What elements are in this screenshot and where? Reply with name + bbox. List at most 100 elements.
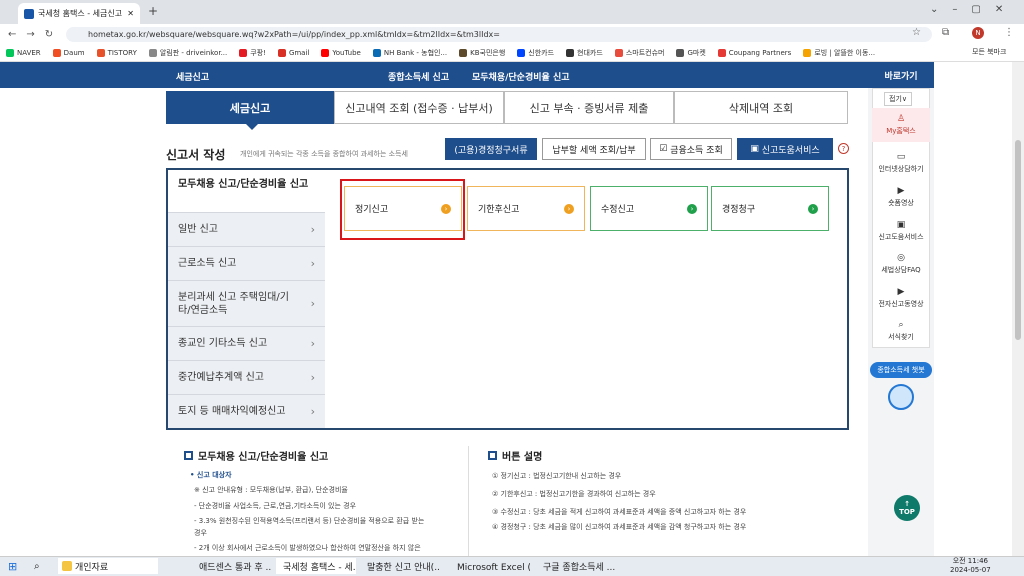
side-menu-active[interactable]: 모두채용 신고/단순경비율 신고	[168, 170, 325, 212]
correction-docs-button[interactable]: (고용)경정청구서류	[445, 138, 537, 160]
chevron-right-icon: ›	[310, 405, 315, 418]
play-icon: ▶	[897, 186, 905, 196]
card-amended[interactable]: 수정신고 ›	[590, 186, 708, 231]
bookmark-item[interactable]: NH Bank - 농협인...	[372, 48, 447, 58]
link-forms[interactable]: ⌕ 서식찾기	[872, 320, 930, 342]
close-tab-icon[interactable]: ✕	[127, 9, 134, 18]
nav-simple-rate[interactable]: 모두채용/단순경비율 신고	[472, 70, 570, 83]
search-icon[interactable]: ⌕	[30, 558, 44, 574]
link-shortform[interactable]: ▶ 숏폼영상	[872, 186, 930, 208]
arrow-circle-icon: ›	[564, 203, 574, 214]
task-item[interactable]: 개인자료	[58, 558, 158, 574]
info-line: ③ 수정신고 : 당초 세금을 적게 신고하여 과세표준과 세액을 증액 신고하…	[492, 508, 747, 516]
info-line: ② 기한후신고 : 법정신고기한을 경과하여 신고하는 경우	[492, 490, 656, 498]
bookmark-item[interactable]: 스마트컨슈머	[614, 48, 664, 58]
tab-documents[interactable]: 신고 부속 · 증빙서류 제출	[504, 91, 674, 124]
task-item[interactable]: 구글 종합소득세 ...	[536, 558, 616, 574]
info-line: • 신고 대상자	[190, 471, 232, 479]
card-correction[interactable]: 경정청구 ›	[711, 186, 829, 231]
task-item[interactable]: Microsoft Excel (제...	[450, 558, 530, 574]
bookmark-item[interactable]: TISTORY	[96, 48, 137, 57]
bookmark-item[interactable]: 현대카드	[566, 48, 603, 58]
tab-deleted[interactable]: 삭제내역 조회	[674, 91, 848, 124]
arrow-circle-icon: ›	[687, 203, 697, 214]
link-video[interactable]: ▶ 전자신고동영상	[872, 287, 930, 309]
bookmark-item[interactable]: YouTube	[321, 48, 361, 57]
profile-avatar[interactable]: N	[972, 27, 984, 39]
filing-help-button[interactable]: ▣ 신고도움서비스	[737, 138, 833, 160]
form-title: 신고서 작성	[166, 148, 226, 162]
info-line: - 단순경비율 사업소득, 근로,연금,기타소득이 있는 경우	[194, 502, 357, 510]
bookmark-item[interactable]: 로빙 | 알뜰한 이동...	[803, 48, 875, 58]
card-late[interactable]: 기한후신고 ›	[467, 186, 585, 231]
help-icon[interactable]: ?	[838, 143, 849, 154]
link-my-hometax[interactable]: ♙ My홈택스	[872, 108, 930, 142]
forward-icon[interactable]: →	[26, 29, 34, 40]
info-line: ① 정기신고 : 법정신고기한내 신고하는 경우	[492, 472, 622, 480]
window-controls[interactable]: ⌄–▢✕	[930, 4, 1017, 15]
check-icon: ☑	[659, 144, 671, 154]
info-line: ※ 신고 안내유형 : 모두채용(납부, 환급), 단순경비율	[194, 486, 348, 494]
info-left-title: 모두채용 신고/단순경비율 신고	[184, 448, 328, 463]
back-icon[interactable]: ←	[8, 29, 16, 40]
arrow-up-icon: ↑	[904, 500, 910, 508]
task-item[interactable]: 말충한 신고 안내(...	[360, 558, 440, 574]
task-item[interactable]: 애드센스 통과 후 ...	[192, 558, 272, 574]
side-item-religious[interactable]: 종교인 기타소득 신고 ›	[168, 326, 325, 360]
link-faq[interactable]: ◎ 세법상담FAQ	[872, 253, 930, 275]
play-icon: ▶	[897, 287, 905, 297]
highlight-box	[340, 179, 465, 240]
book-icon: ▣	[750, 144, 762, 154]
info-line: - 3.3% 원천징수된 인적용역소득(프리랜서 등) 단순경비율 적용으로 환…	[194, 517, 425, 525]
bookmark-item[interactable]: 신한카드	[517, 48, 554, 58]
chatbot-button[interactable]: 종합소득세 챗봇	[870, 362, 932, 378]
all-bookmarks[interactable]: 모든 북마크	[968, 47, 1007, 57]
tab-title: 국세청 홈택스 - 세금신고 > 종	[38, 9, 123, 18]
extensions-icon[interactable]: ⧉	[942, 27, 949, 38]
main-tabs: 세금신고 신고내역 조회 (접수증 · 납부서) 신고 부속 · 증빙서류 제출…	[166, 91, 848, 124]
bookmark-item[interactable]: G마켓	[676, 48, 706, 58]
scroll-top-button[interactable]: ↑ TOP	[894, 495, 920, 521]
form-description: 개인에게 귀속되는 각종 소득을 종합하여 과세하는 소득세	[240, 150, 408, 158]
tab-history[interactable]: 신고내역 조회 (접수증 · 납부서)	[334, 91, 504, 124]
menu-icon[interactable]: ⋮	[1004, 27, 1014, 38]
scrollbar-thumb[interactable]	[1015, 140, 1021, 340]
browser-tab[interactable]: 국세청 홈택스 - 세금신고 > 종 ✕	[18, 3, 140, 24]
bookmark-item[interactable]: 쿠팡!	[239, 48, 266, 58]
site-top-nav: 세금신고 종합소득세 신고 모두채용/단순경비율 신고	[0, 62, 868, 88]
side-item-earned[interactable]: 근로소득 신고 ›	[168, 246, 325, 280]
book-icon: ▣	[896, 220, 906, 230]
bookmark-item[interactable]: Gmail	[277, 48, 309, 57]
url-input[interactable]: hometax.go.kr/websquare/websquare.wq?w2x…	[66, 27, 932, 42]
square-bullet-icon	[488, 451, 497, 460]
bookmark-item[interactable]: Daum	[52, 48, 85, 57]
start-icon[interactable]: ⊞	[4, 558, 21, 574]
hometax-favicon-icon	[24, 8, 34, 19]
clock[interactable]: 오전 11:46 2024-05-07	[950, 557, 991, 575]
bookmark-item[interactable]: Coupang Partners	[717, 48, 791, 57]
side-item-general[interactable]: 일반 신고 ›	[168, 212, 325, 246]
fold-button[interactable]: 접기∨	[884, 92, 913, 106]
new-tab-icon[interactable]: +	[148, 4, 158, 18]
link-filing-help[interactable]: ▣ 신고도움서비스	[872, 220, 930, 242]
task-item[interactable]: 국세청 홈택스 - 세...	[276, 558, 356, 574]
financial-income-button[interactable]: ☑ 금융소득 조회	[650, 138, 732, 160]
reload-icon[interactable]: ↻	[45, 29, 53, 40]
bookmark-item[interactable]: KB국민은행	[459, 48, 505, 58]
side-item-separate[interactable]: 분리과세 신고 주택임대/기타/연금소득 ›	[168, 280, 325, 326]
side-item-interim[interactable]: 중간예납추계액 신고 ›	[168, 360, 325, 394]
side-item-land[interactable]: 토지 등 매매차익예정신고 ›	[168, 394, 325, 428]
bookmark-item[interactable]: 알림판 - driveinkor...	[148, 48, 227, 58]
nav-income-tax[interactable]: 종합소득세 신고	[388, 70, 449, 83]
nav-tax-filing[interactable]: 세금신고	[176, 70, 209, 83]
tax-payment-button[interactable]: 납부할 세액 조회/납부	[542, 138, 646, 160]
quick-links-title: 바로가기	[868, 62, 934, 88]
chevron-right-icon: ›	[310, 337, 315, 350]
link-online-consult[interactable]: ▭ 인터넷상담하기	[872, 152, 930, 174]
bookmarks-bar: NAVER Daum TISTORY 알림판 - driveinkor... 쿠…	[0, 44, 1024, 62]
chatbot-mascot-icon[interactable]	[888, 384, 914, 410]
tab-tax-filing[interactable]: 세금신고	[166, 91, 334, 124]
chevron-right-icon: ›	[310, 371, 315, 384]
bookmark-star-icon[interactable]: ☆	[912, 27, 921, 38]
bookmark-item[interactable]: NAVER	[6, 48, 41, 57]
